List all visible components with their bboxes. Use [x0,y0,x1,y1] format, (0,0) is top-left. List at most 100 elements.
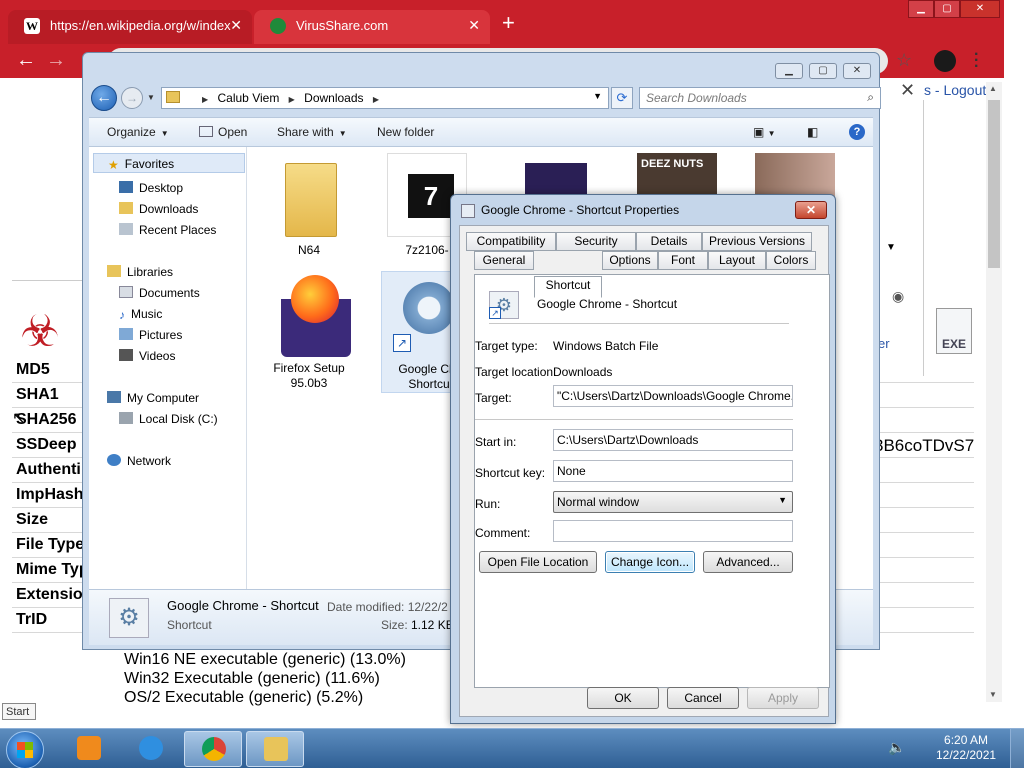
recent-pages-dropdown-icon[interactable]: ▼ [147,93,155,102]
taskbar-media-player[interactable] [60,731,118,767]
cancel-button[interactable]: Cancel [667,687,739,709]
taskbar-explorer[interactable] [246,731,304,767]
taskbar-chrome[interactable] [184,731,242,767]
logout-link[interactable]: s - Logout [924,82,986,98]
clock-date: 12/22/2021 [936,748,997,762]
show-desktop-button[interactable] [1010,729,1024,768]
tab-security[interactable]: Security [556,232,636,251]
divider [489,323,789,324]
close-button[interactable]: ✕ [843,63,871,79]
help-icon[interactable]: ? [849,124,865,140]
eye-icon[interactable]: ◉ [892,288,904,305]
nav-item-documents[interactable]: Documents [119,286,200,300]
row-label: Size [16,511,49,528]
search-input[interactable]: Search Downloads ⌕ [639,87,881,109]
ok-button[interactable]: OK [587,687,659,709]
nav-item-desktop[interactable]: Desktop [119,181,183,195]
nav-item-network[interactable]: Network [107,454,171,468]
organize-button[interactable]: Organize ▼ [107,125,169,139]
shortcut-key-field[interactable]: None [553,460,793,482]
forward-arrow-icon[interactable]: → [121,87,143,109]
taskbar-internet-explorer[interactable] [122,731,180,767]
tab-compatibility[interactable]: Compatibility [466,232,556,251]
tab-options[interactable]: Options [602,251,658,270]
tab-colors[interactable]: Colors [766,251,816,270]
nav-item-my-computer[interactable]: My Computer [107,391,199,405]
back-arrow-icon[interactable]: ← [16,49,36,72]
file-item[interactable]: Firefox Setup 95.0b3 [261,271,357,391]
tab-close-icon[interactable]: ✕ [468,17,480,34]
tab-shortcut[interactable]: Shortcut [534,276,602,298]
scrollbar-thumb[interactable] [988,100,1000,268]
row-label: Mime Typ [16,561,89,578]
tab-details[interactable]: Details [636,232,702,251]
run-select[interactable]: Normal window ▼ [553,491,793,513]
shortcut-gear-icon: ⚙ ↗ [489,291,519,319]
change-icon-button[interactable]: Change Icon... [605,551,695,573]
breadcrumb-item[interactable]: Downloads [304,91,363,105]
breadcrumb-item[interactable]: Calub Viem [218,91,280,105]
tab-wikipedia[interactable]: W https://en.wikipedia.org/w/index ✕ [8,10,252,44]
maximize-button[interactable]: ▢ [809,63,837,79]
shortcut-icon [461,204,475,218]
nav-item-local-disk[interactable]: Local Disk (C:) [119,412,218,426]
system-clock[interactable]: 6:20 AM 12/22/2021 [936,733,996,763]
tab-close-icon[interactable]: ✕ [230,17,242,34]
share-with-button[interactable]: Share with ▼ [277,125,347,139]
minimize-button[interactable]: ▁ [775,63,803,79]
tab-general[interactable]: General [474,251,534,270]
forward-arrow-icon[interactable]: → [46,49,66,72]
close-icon[interactable]: ✕ [900,80,915,101]
pictures-icon [119,328,133,340]
dialog-body: Compatibility Security Details Previous … [459,225,830,717]
close-button[interactable]: ✕ [960,0,1000,18]
comment-field[interactable] [553,520,793,542]
nav-label: Favorites [124,157,175,171]
breadcrumb-separator-icon[interactable]: ▶ [202,95,208,104]
open-button[interactable]: Open [199,125,247,139]
details-date: Date modified: 12/22/2 [327,600,448,614]
nav-item-favorites[interactable]: ★ Favorites [93,153,245,173]
nav-item-pictures[interactable]: Pictures [119,328,182,342]
file-item[interactable]: N64 [261,153,357,258]
minimize-button[interactable]: ▁ [908,0,934,18]
tab-font[interactable]: Font [658,251,708,270]
new-folder-button[interactable]: New folder [377,125,434,139]
view-options-icon[interactable]: ▣ ▼ [753,125,776,139]
advanced-button[interactable]: Advanced... [703,551,793,573]
refresh-icon[interactable]: ⟳ [611,87,633,109]
breadcrumb-separator-icon[interactable]: ▶ [373,95,379,104]
nav-item-recent-places[interactable]: Recent Places [119,223,216,237]
scroll-up-arrow-icon[interactable]: ▲ [989,84,997,93]
nav-item-videos[interactable]: Videos [119,349,175,363]
search-icon[interactable]: ⌕ [867,90,874,105]
profile-avatar-icon[interactable] [934,50,956,72]
tab-virusshare[interactable]: VirusShare.com ✕ [254,10,490,44]
maximize-button[interactable]: ▢ [934,0,960,18]
bookmark-star-icon[interactable]: ☆ [896,50,912,71]
breadcrumb-separator-icon[interactable]: ▶ [289,95,295,104]
address-bar[interactable]: ▶ Calub Viem ▶ Downloads ▶ ▼ [161,87,609,109]
preview-pane-icon[interactable]: ◧ [807,125,818,139]
chrome-menu-icon[interactable]: · · · [974,47,979,75]
nav-item-downloads[interactable]: Downloads [119,202,198,216]
start-in-field[interactable]: C:\Users\Dartz\Downloads [553,429,793,451]
apply-button[interactable]: Apply [747,687,819,709]
open-file-location-button[interactable]: Open File Location [479,551,597,573]
divider [475,419,793,420]
start-button[interactable] [6,731,44,768]
nav-item-libraries[interactable]: Libraries [107,265,173,279]
tab-layout[interactable]: Layout [708,251,766,270]
close-button[interactable]: ✕ [795,201,827,219]
scroll-down-arrow-icon[interactable]: ▼ [989,690,997,699]
back-arrow-icon[interactable]: ← [91,85,117,111]
target-location-label: Target location: [475,365,557,379]
address-dropdown-icon[interactable]: ▼ [593,91,602,101]
nav-item-music[interactable]: ♪ Music [119,307,162,322]
volume-icon[interactable]: 🔈 [888,739,905,756]
new-tab-button[interactable]: + [502,12,515,34]
target-field[interactable]: "C:\Users\Dartz\Downloads\Google Chrome.… [553,385,793,407]
tab-previous-versions[interactable]: Previous Versions [702,232,812,251]
dropdown-arrow-icon[interactable]: ▼ [886,242,896,253]
search-placeholder: Search Downloads [646,91,747,105]
